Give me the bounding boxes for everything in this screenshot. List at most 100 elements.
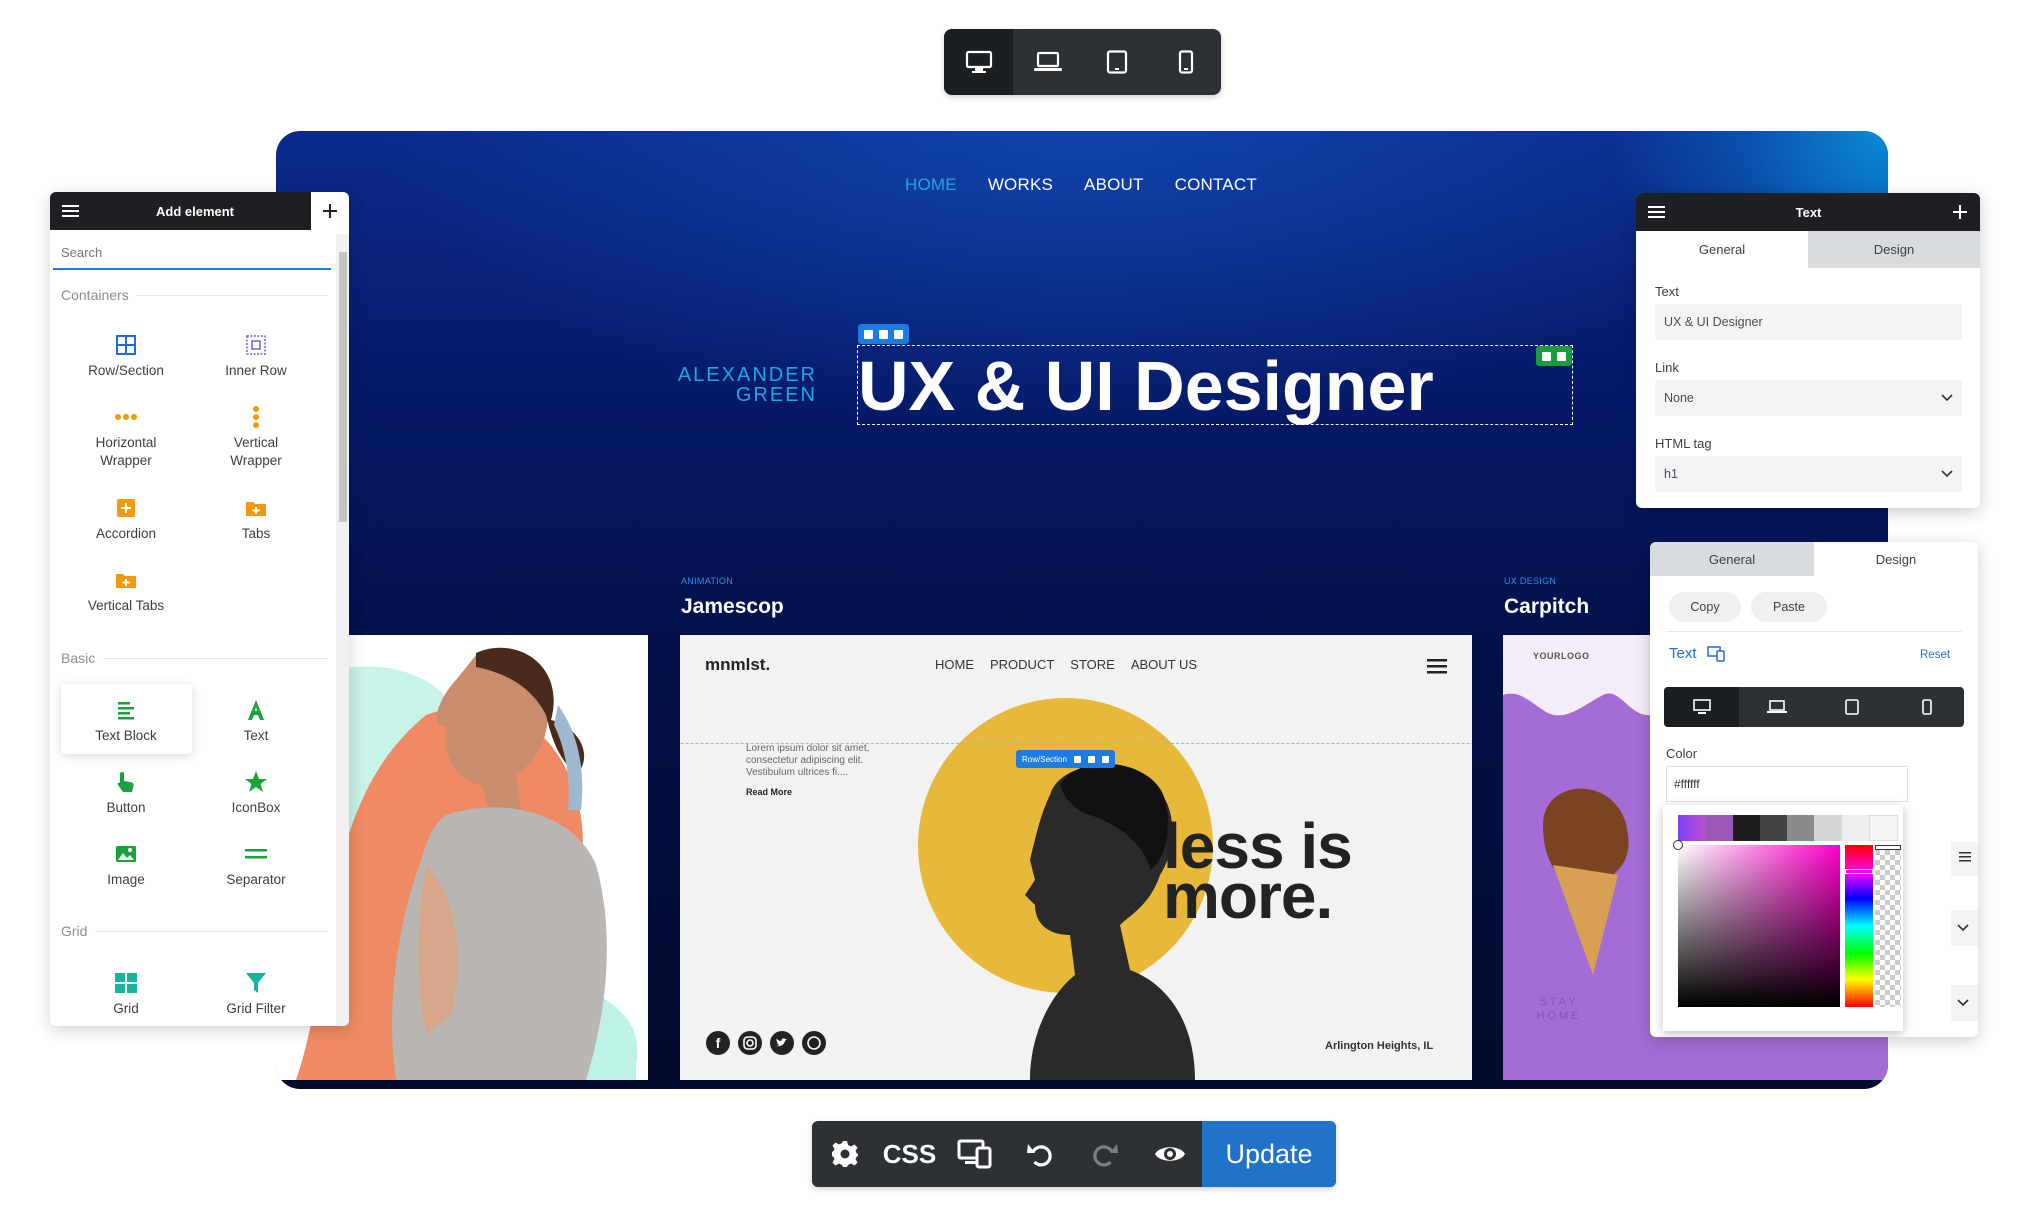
nav-works[interactable]: WORKS xyxy=(988,175,1053,195)
duplicate-icon[interactable] xyxy=(1087,755,1095,763)
copy-button[interactable]: Copy xyxy=(1669,592,1741,622)
nav-about[interactable]: ABOUT xyxy=(1084,175,1144,195)
settings-icon[interactable] xyxy=(1073,755,1081,763)
plus-icon[interactable] xyxy=(1952,204,1968,220)
laptop-view-button[interactable] xyxy=(1739,687,1814,727)
element-inner-row[interactable]: Inner Row xyxy=(191,332,321,380)
nav-home[interactable]: HOME xyxy=(905,175,957,195)
tab-design[interactable]: Design xyxy=(1814,542,1978,576)
project-title[interactable]: Carpitch xyxy=(1504,595,1589,619)
element-horizontal-wrapper[interactable]: Horizontal Wrapper xyxy=(61,404,191,470)
tab-general[interactable]: General xyxy=(1650,542,1814,576)
redo-button[interactable] xyxy=(1072,1121,1137,1187)
element-separator[interactable]: Separator xyxy=(191,841,321,889)
scrollbar[interactable] xyxy=(336,234,349,1026)
element-button[interactable]: Button xyxy=(61,769,191,817)
delete-icon[interactable] xyxy=(894,329,903,339)
hue-handle[interactable] xyxy=(1845,869,1873,874)
color-cursor[interactable] xyxy=(1673,840,1683,850)
mobile-view-button[interactable] xyxy=(1152,29,1221,95)
hue-slider[interactable] xyxy=(1845,845,1873,1007)
whatsapp-icon[interactable] xyxy=(802,1031,826,1055)
project-card-mnmlst[interactable]: mnmlst. HOME PRODUCT STORE ABOUT US Lore… xyxy=(680,635,1472,1080)
element-grid[interactable]: Grid xyxy=(61,970,191,1018)
facebook-icon[interactable]: f xyxy=(706,1031,730,1055)
search-input[interactable] xyxy=(53,236,331,270)
swatch[interactable] xyxy=(1732,815,1760,841)
desktop-view-button[interactable] xyxy=(944,29,1014,95)
paste-button[interactable]: Paste xyxy=(1751,592,1827,622)
element-tabs[interactable]: Tabs xyxy=(191,495,321,543)
alpha-slider[interactable] xyxy=(1875,845,1901,1007)
element-vertical-tabs[interactable]: Vertical Tabs xyxy=(61,567,191,615)
hidden-select[interactable] xyxy=(1951,910,1978,946)
element-row-section[interactable]: Row/Section xyxy=(61,332,191,380)
color-picker[interactable] xyxy=(1663,805,1903,1031)
element-label: Grid Filter xyxy=(226,1001,286,1016)
project-title[interactable]: Jamescop xyxy=(681,595,784,619)
section-grid: Grid xyxy=(61,923,328,939)
element-grid-filter[interactable]: Grid Filter xyxy=(191,970,321,1018)
menu-icon[interactable] xyxy=(62,204,79,218)
tablet-view-button[interactable] xyxy=(1083,29,1152,95)
hero-title-element[interactable]: UX & UI Designer xyxy=(857,324,1573,425)
preview-button[interactable] xyxy=(1137,1121,1202,1187)
instagram-icon[interactable] xyxy=(738,1031,762,1055)
duplicate-icon[interactable] xyxy=(879,329,888,339)
trash-icon[interactable] xyxy=(1557,351,1566,361)
copy-icon[interactable] xyxy=(1542,351,1551,361)
html-tag-label: HTML tag xyxy=(1655,436,1712,451)
delete-icon[interactable] xyxy=(1101,755,1109,763)
nav-contact[interactable]: CONTACT xyxy=(1175,175,1257,195)
move-icon[interactable] xyxy=(864,329,873,339)
tabs-icon xyxy=(246,502,266,516)
align-button[interactable] xyxy=(1951,842,1978,876)
settings-button[interactable] xyxy=(812,1121,877,1187)
element-image[interactable]: Image xyxy=(61,841,191,889)
row-section-toolbar[interactable]: Row/Section xyxy=(1016,750,1115,768)
responsive-button[interactable] xyxy=(942,1121,1007,1187)
swatch[interactable] xyxy=(1759,815,1787,841)
css-button[interactable]: CSS xyxy=(877,1121,942,1187)
reset-link[interactable]: Reset xyxy=(1920,649,1950,661)
alpha-handle[interactable] xyxy=(1875,845,1901,850)
update-button[interactable]: Update xyxy=(1202,1121,1336,1187)
laptop-view-button[interactable] xyxy=(1013,29,1082,95)
color-input[interactable]: #ffffff xyxy=(1666,766,1908,802)
saturation-area[interactable] xyxy=(1673,840,1840,1007)
chevron-down-icon xyxy=(1957,924,1969,932)
grid-icon xyxy=(115,973,137,993)
swatch[interactable] xyxy=(1705,815,1733,841)
text-panel-header: Text xyxy=(1636,193,1980,231)
add-button[interactable] xyxy=(311,192,349,230)
element-iconbox[interactable]: IconBox xyxy=(191,769,321,817)
element-label: IconBox xyxy=(231,800,281,815)
scrollbar-thumb[interactable] xyxy=(339,252,347,522)
text-field[interactable]: UX & UI Designer xyxy=(1655,304,1962,340)
element-text-block[interactable]: Text Block xyxy=(61,697,191,745)
mobile-view-button[interactable] xyxy=(1889,687,1964,727)
menu-icon[interactable] xyxy=(1648,205,1665,219)
tab-general[interactable]: General xyxy=(1636,231,1808,268)
swatch[interactable] xyxy=(1814,815,1842,841)
link-select[interactable]: None xyxy=(1655,380,1962,416)
mobile-icon xyxy=(1921,699,1932,715)
twitter-icon[interactable] xyxy=(770,1031,794,1055)
swatch[interactable] xyxy=(1868,815,1898,841)
swatch[interactable] xyxy=(1841,815,1869,841)
element-text[interactable]: Text xyxy=(191,697,321,745)
element-vertical-wrapper[interactable]: Vertical Wrapper xyxy=(191,404,321,470)
element-accordion[interactable]: Accordion xyxy=(61,495,191,543)
hidden-select[interactable] xyxy=(1951,985,1978,1021)
device-switcher xyxy=(944,29,1221,95)
tab-design[interactable]: Design xyxy=(1808,231,1980,268)
responsive-icon[interactable] xyxy=(1706,645,1725,662)
desktop-view-button[interactable] xyxy=(1664,687,1739,727)
tablet-view-button[interactable] xyxy=(1814,687,1889,727)
row-guide-line xyxy=(680,743,1472,744)
swatch[interactable] xyxy=(1787,815,1815,841)
swatch[interactable] xyxy=(1678,815,1706,841)
html-tag-select[interactable]: h1 xyxy=(1655,456,1962,492)
plus-icon xyxy=(323,204,337,218)
undo-button[interactable] xyxy=(1007,1121,1072,1187)
